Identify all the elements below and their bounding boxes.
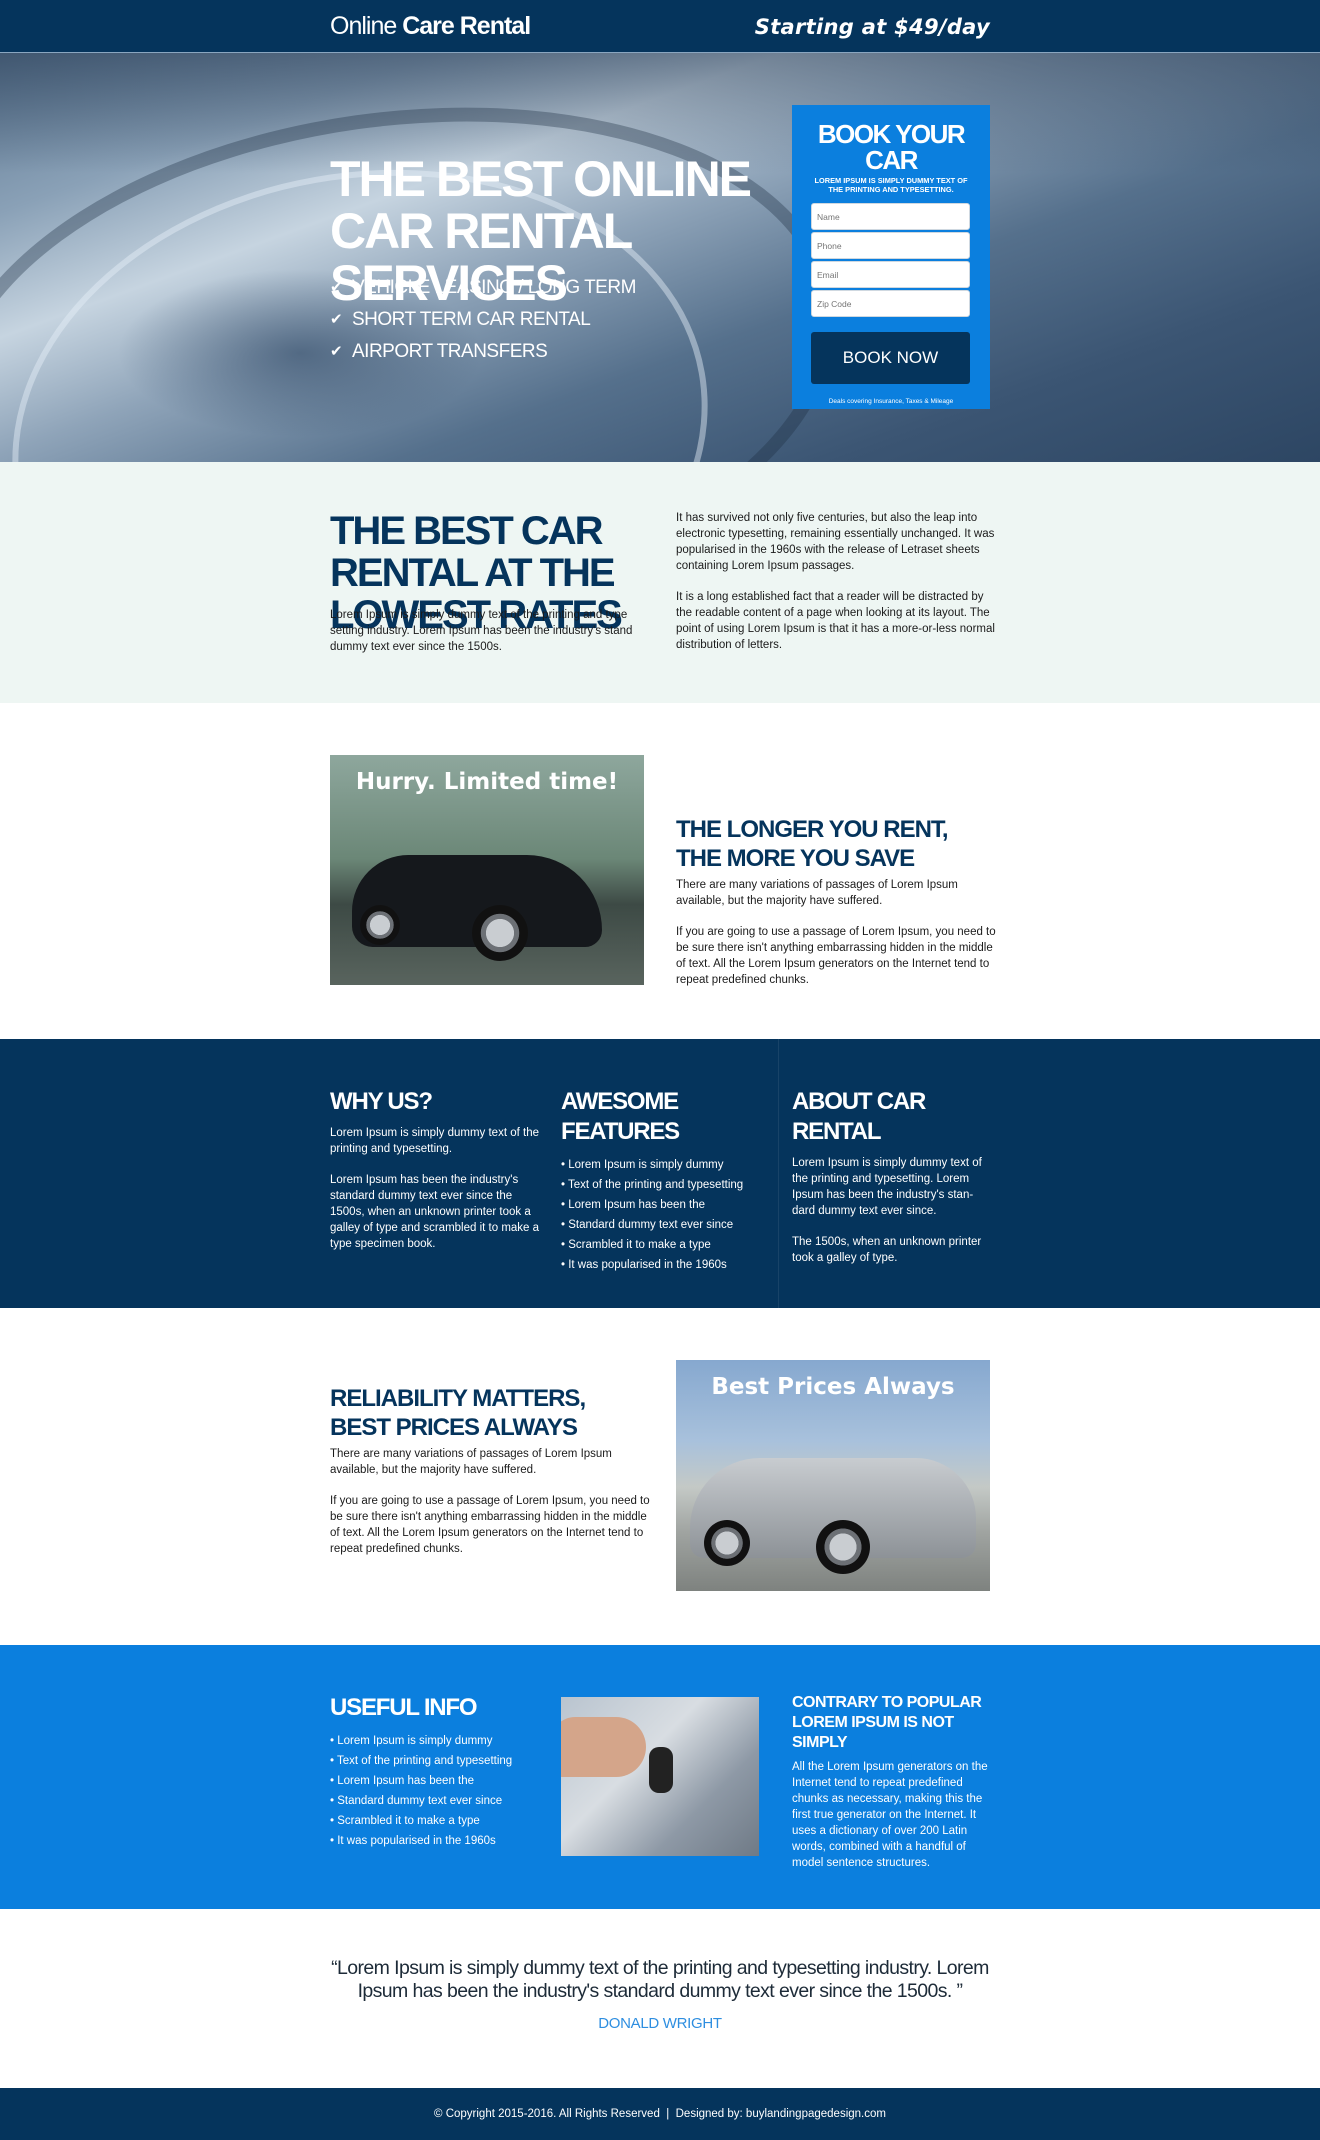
key-fob-shape xyxy=(649,1747,673,1793)
features-title: AWESOME FEATURES xyxy=(561,1088,680,1145)
list-item: • Scrambled it to make a type xyxy=(330,1815,480,1827)
hero-feature: ✔ VEHICLE LEASING / LONG TERM xyxy=(330,272,636,304)
features-list: • Lorem Ipsum is simply dummy • Text of … xyxy=(561,1155,771,1275)
booking-form-title: BOOK YOUR CAR xyxy=(817,119,966,175)
intro-left-text: Lorem Ipsum is simply dummy text of the … xyxy=(330,609,633,653)
features-column: AWESOME FEATURES • Lorem Ipsum is simply… xyxy=(561,1087,771,1275)
hero-section: THE BEST ONLINE CAR RENTAL SERVICES ✔ VEH… xyxy=(0,53,1320,462)
about-title: ABOUT CAR RENTAL xyxy=(792,1088,926,1145)
about-paragraph: Lorem Ipsum is simply dummy text of the … xyxy=(792,1157,982,1217)
list-item: • Text of the printing and typesetting xyxy=(561,1179,744,1191)
longer-rent-text: There are many variations of passages of… xyxy=(676,877,996,988)
reliability-section: RELIABILITY MATTERS, BEST PRICES ALWAYS … xyxy=(0,1308,1320,1645)
list-item: • Lorem Ipsum has been the xyxy=(561,1199,706,1211)
book-now-button[interactable]: BOOK NOW xyxy=(811,332,970,384)
why-us-column: WHY US? Lorem Ipsum is simply dummy text… xyxy=(330,1087,540,1252)
contrary-title: CONTRARY TO POPULAR LOREM IPSUM IS NOT S… xyxy=(792,1694,982,1751)
useful-info-title: USEFUL INFO xyxy=(330,1694,478,1721)
hand-shape xyxy=(561,1717,646,1777)
car-wheel xyxy=(472,905,528,961)
about-column: ABOUT CAR RENTAL Lorem Ipsum is simply d… xyxy=(792,1087,992,1266)
reliability-paragraph: If you are going to use a passage of Lor… xyxy=(330,1495,650,1555)
black-car-image: Hurry. Limited time! xyxy=(330,755,644,985)
list-item: • Lorem Ipsum is simply dummy xyxy=(561,1159,724,1171)
why-us-paragraph: Lorem Ipsum is simply dummy text of the … xyxy=(330,1127,539,1155)
about-paragraph: The 1500s, when an unknown printer took … xyxy=(792,1236,982,1264)
why-us-title: WHY US? xyxy=(330,1088,433,1115)
list-item: • Text of the printing and typesetting xyxy=(330,1755,513,1767)
car-wheel xyxy=(360,905,400,945)
testimonial-quote: “Lorem Ipsum is simply dummy text of the… xyxy=(331,1957,989,2002)
list-item: • Lorem Ipsum has been the xyxy=(330,1775,475,1787)
hero-feature: ✔ AIRPORT TRANSFERS xyxy=(330,336,636,368)
car-wheel xyxy=(704,1520,750,1566)
longer-rent-paragraph: If you are going to use a passage of Lor… xyxy=(676,926,996,986)
longer-rent-title: THE LONGER YOU RENT, THE MORE YOU SAVE xyxy=(676,816,949,872)
reliability-text: There are many variations of passages of… xyxy=(330,1446,650,1557)
hero-feature-list: ✔ VEHICLE LEASING / LONG TERM ✔ SHORT TERM… xyxy=(330,272,636,368)
hero-feature-label: SHORT TERM CAR RENTAL xyxy=(352,309,591,330)
logo[interactable]: Online Care Rental xyxy=(330,12,531,41)
intro-paragraph: It is a long established fact that a rea… xyxy=(676,591,995,651)
zip-code-field[interactable] xyxy=(811,290,970,317)
check-icon: ✔ xyxy=(330,343,343,360)
booking-form: BOOK YOUR CAR LOREM IPSUM IS SIMPLY DUMM… xyxy=(792,105,990,409)
why-us-text: Lorem Ipsum is simply dummy text of the … xyxy=(330,1125,540,1252)
price-tagline: Starting at $49/day xyxy=(754,14,990,39)
useful-info-list: • Lorem Ipsum is simply dummy • Text of … xyxy=(330,1731,540,1851)
footer-text: © Copyright 2015-2016. All Rights Reserv… xyxy=(434,2108,886,2120)
name-field[interactable] xyxy=(811,203,970,230)
testimonial-section: “Lorem Ipsum is simply dummy text of the… xyxy=(0,1909,1320,2088)
car-keys-image xyxy=(561,1697,759,1856)
hero-feature-label: VEHICLE LEASING / LONG TERM xyxy=(352,277,636,298)
list-item: • It was popularised in the 1960s xyxy=(561,1259,727,1271)
footer: © Copyright 2015-2016. All Rights Reserv… xyxy=(0,2088,1320,2140)
testimonial-author: DONALD WRIGHT xyxy=(598,2015,722,2032)
about-text: Lorem Ipsum is simply dummy text of the … xyxy=(792,1155,992,1266)
silver-car-image: Best Prices Always xyxy=(676,1360,990,1591)
image-caption: Best Prices Always xyxy=(711,1374,955,1400)
list-item: • Scrambled it to make a type xyxy=(561,1239,711,1251)
hero-feature: ✔ SHORT TERM CAR RENTAL xyxy=(330,304,636,336)
column-divider xyxy=(778,1039,779,1308)
check-icon: ✔ xyxy=(330,279,343,296)
logo-prefix: Online xyxy=(330,12,397,40)
car-wheel xyxy=(816,1520,870,1574)
check-icon: ✔ xyxy=(330,311,343,328)
top-bar: Online Care Rental Starting at $49/day xyxy=(0,0,1320,53)
intro-section: THE BEST CAR RENTAL AT THE LOWEST RATES … xyxy=(0,462,1320,703)
contrary-text: All the Lorem Ipsum generators on the In… xyxy=(792,1761,988,1869)
intro-right-text: It has survived not only five centuries,… xyxy=(676,510,996,653)
contrary-column: CONTRARY TO POPULAR LOREM IPSUM IS NOT S… xyxy=(792,1693,992,1871)
logo-bold: Care Rental xyxy=(402,12,531,40)
info-columns-section: WHY US? Lorem Ipsum is simply dummy text… xyxy=(0,1039,1320,1308)
list-item: • Lorem Ipsum is simply dummy xyxy=(330,1735,493,1747)
useful-info-column: USEFUL INFO • Lorem Ipsum is simply dumm… xyxy=(330,1693,540,1851)
why-us-paragraph: Lorem Ipsum has been the industry's stan… xyxy=(330,1174,540,1250)
list-item: • It was popularised in the 1960s xyxy=(330,1835,496,1847)
hero-feature-label: AIRPORT TRANSFERS xyxy=(352,341,548,362)
useful-info-section: USEFUL INFO • Lorem Ipsum is simply dumm… xyxy=(0,1645,1320,1909)
longer-rent-section: Hurry. Limited time! THE LONGER YOU RENT… xyxy=(0,703,1320,1039)
list-item: • Standard dummy text ever since xyxy=(330,1795,503,1807)
booking-form-subtitle: LOREM IPSUM IS SIMPLY DUMMY TEXT OF THE … xyxy=(814,176,968,194)
longer-rent-paragraph: There are many variations of passages of… xyxy=(676,879,958,907)
booking-form-note: Deals covering Insurance, Taxes & Mileag… xyxy=(828,398,954,405)
reliability-title: RELIABILITY MATTERS, BEST PRICES ALWAYS xyxy=(330,1385,586,1441)
phone-field[interactable] xyxy=(811,232,970,259)
reliability-paragraph: There are many variations of passages of… xyxy=(330,1448,612,1476)
list-item: • Standard dummy text ever since xyxy=(561,1219,734,1231)
image-caption: Hurry. Limited time! xyxy=(355,769,619,795)
email-field[interactable] xyxy=(811,261,970,288)
intro-paragraph: It has survived not only five centuries,… xyxy=(676,512,995,572)
